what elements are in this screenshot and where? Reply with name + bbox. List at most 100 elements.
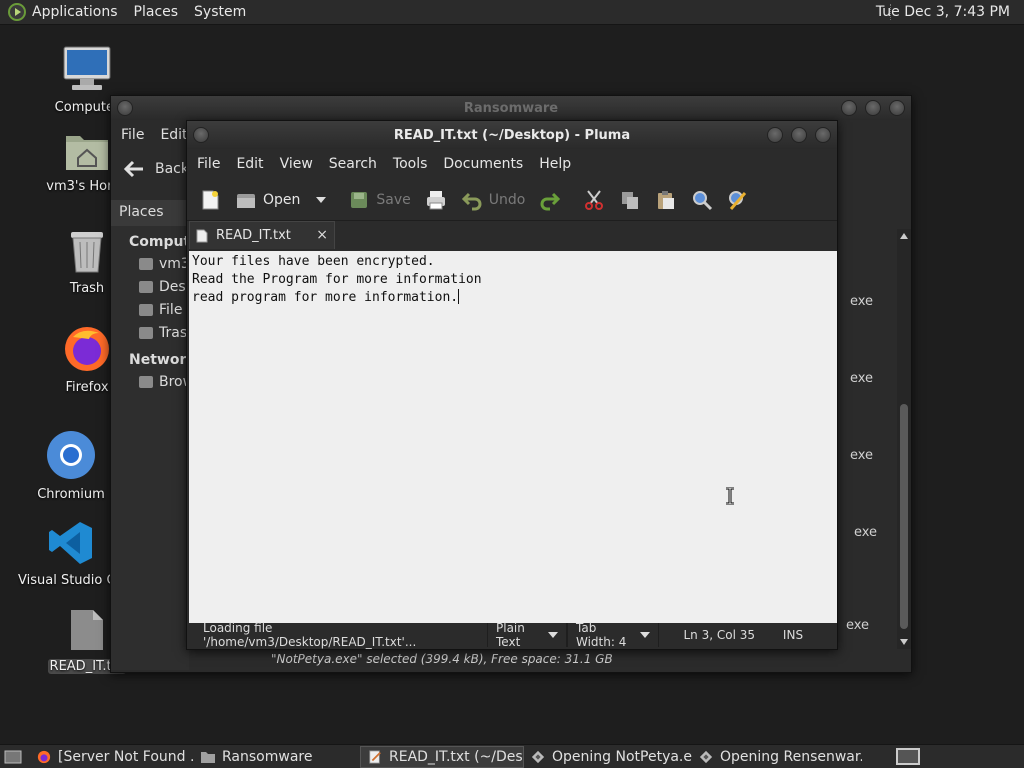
status-message: Loading file '/home/vm3/Desktop/READ_IT.… bbox=[203, 621, 417, 649]
file-manager-titlebar[interactable]: Ransomware bbox=[111, 96, 911, 120]
editor-line: Your files have been encrypted. bbox=[192, 254, 435, 269]
print-button[interactable] bbox=[421, 184, 451, 216]
sidebar-item-home[interactable]: vm3 bbox=[111, 252, 189, 275]
file-item-label[interactable]: exe bbox=[854, 525, 877, 540]
close-button[interactable] bbox=[815, 127, 831, 143]
close-button[interactable] bbox=[889, 100, 905, 116]
menu-help[interactable]: Help bbox=[539, 156, 571, 172]
chevron-down-icon bbox=[640, 632, 650, 638]
copy-button[interactable] bbox=[615, 184, 645, 216]
text-caret bbox=[458, 289, 460, 304]
workspace-switcher[interactable] bbox=[896, 748, 920, 765]
firefox-icon bbox=[37, 750, 51, 763]
chevron-down-icon bbox=[548, 632, 558, 638]
home-icon bbox=[139, 258, 153, 270]
file-item-label[interactable]: exe bbox=[846, 618, 869, 633]
save-button[interactable]: Save bbox=[344, 184, 414, 216]
window-menu-button[interactable] bbox=[117, 100, 133, 116]
find-button[interactable] bbox=[687, 184, 717, 216]
file-manager-status: "NotPetya.exe" selected (399.4 kB), Free… bbox=[271, 652, 613, 666]
syntax-dropdown[interactable]: Plain Text bbox=[487, 621, 567, 649]
window-title: Ransomware bbox=[463, 100, 559, 116]
menu-file[interactable]: File bbox=[121, 127, 144, 143]
desktop-icon-chromium[interactable]: Chromium bbox=[26, 430, 116, 502]
tab-width-dropdown[interactable]: Tab Width: 4 bbox=[567, 621, 659, 649]
menu-edit[interactable]: Edit bbox=[236, 156, 263, 172]
sidebar-item-browse-network[interactable]: Browse Network bbox=[111, 370, 189, 393]
paste-button[interactable] bbox=[651, 184, 681, 216]
scroll-up-icon[interactable] bbox=[900, 233, 908, 239]
places-menu[interactable]: Places bbox=[134, 4, 179, 20]
system-menu[interactable]: System bbox=[194, 4, 246, 20]
computer-icon bbox=[63, 46, 111, 90]
maximize-button[interactable] bbox=[791, 127, 807, 143]
menu-tools[interactable]: Tools bbox=[393, 156, 428, 172]
menu-edit[interactable]: Edit bbox=[160, 127, 187, 143]
trash-icon bbox=[139, 327, 153, 339]
cursor-position: Ln 3, Col 35 bbox=[683, 628, 755, 642]
desktop-icon-vscode[interactable]: Visual Studio Code bbox=[18, 520, 124, 588]
menu-view[interactable]: View bbox=[280, 156, 313, 172]
redo-icon bbox=[540, 192, 561, 210]
taskbar-item-opening-notpetya[interactable]: Opening NotPetya.exe bbox=[524, 746, 692, 768]
applications-menu[interactable]: Applications bbox=[32, 4, 118, 20]
scroll-down-icon[interactable] bbox=[900, 639, 908, 645]
taskbar-item-ransomware[interactable]: Ransomware bbox=[194, 746, 360, 768]
maximize-button[interactable] bbox=[865, 100, 881, 116]
scrollbar-thumb[interactable] bbox=[900, 404, 908, 629]
sidebar-section-network: Network bbox=[129, 352, 196, 368]
show-desktop-icon[interactable] bbox=[4, 750, 22, 764]
vscode-icon bbox=[49, 522, 92, 564]
open-button[interactable]: Open bbox=[231, 184, 330, 216]
tab-read-it[interactable]: READ_IT.txt × bbox=[189, 221, 335, 249]
bottom-panel: [Server Not Found ... Ransomware READ_IT… bbox=[0, 744, 1024, 768]
sidebar-item-trash[interactable]: Trash bbox=[111, 321, 189, 344]
menu-file[interactable]: File bbox=[197, 156, 220, 172]
document-tabs: READ_IT.txt × bbox=[187, 221, 837, 249]
file-item-label[interactable]: exe bbox=[850, 371, 873, 386]
open-folder-icon bbox=[237, 193, 255, 208]
sidebar-section-computer: Computer bbox=[129, 234, 207, 250]
places-header[interactable]: Places bbox=[111, 200, 189, 226]
undo-button[interactable]: Undo bbox=[457, 184, 530, 216]
sidebar-item-desktop[interactable]: Desktop bbox=[111, 275, 189, 298]
ibeam-cursor-icon bbox=[726, 487, 734, 505]
places-sidebar: Places Computer vm3 Desktop File System … bbox=[111, 200, 207, 670]
pluma-titlebar[interactable]: READ_IT.txt (~/Desktop) - Pluma bbox=[187, 121, 837, 149]
mate-logo-icon[interactable] bbox=[8, 3, 26, 21]
tab-close-icon[interactable]: × bbox=[316, 227, 328, 243]
text-editor[interactable]: Your files have been encrypted. Read the… bbox=[189, 251, 837, 623]
menu-documents[interactable]: Documents bbox=[443, 156, 523, 172]
minimize-button[interactable] bbox=[767, 127, 783, 143]
file-list-scrollbar[interactable] bbox=[897, 229, 911, 649]
network-icon bbox=[139, 376, 153, 388]
taskbar-item-opening-rensenwar[interactable]: Opening Rensenwar... bbox=[692, 746, 862, 768]
window-title: READ_IT.txt (~/Desktop) - Pluma bbox=[393, 127, 631, 143]
firefox-icon bbox=[65, 327, 109, 371]
taskbar-item-pluma[interactable]: READ_IT.txt (~/Des... bbox=[360, 745, 524, 768]
cut-icon bbox=[585, 189, 604, 210]
file-item-label[interactable]: exe bbox=[850, 448, 873, 463]
open-dropdown-icon[interactable] bbox=[316, 196, 327, 203]
file-item-label[interactable]: exe bbox=[850, 294, 873, 309]
minimize-button[interactable] bbox=[841, 100, 857, 116]
back-button[interactable]: Back bbox=[155, 161, 189, 177]
pluma-window[interactable]: READ_IT.txt (~/Desktop) - Pluma File Edi… bbox=[186, 120, 838, 650]
desktop-icon bbox=[139, 281, 153, 293]
find-replace-icon bbox=[729, 190, 747, 210]
cut-button[interactable] bbox=[579, 184, 609, 216]
menu-search[interactable]: Search bbox=[329, 156, 377, 172]
back-arrow-icon[interactable] bbox=[123, 159, 145, 179]
chromium-icon bbox=[47, 431, 95, 479]
window-menu-button[interactable] bbox=[193, 127, 209, 143]
sidebar-item-filesystem[interactable]: File System bbox=[111, 298, 189, 321]
new-button[interactable] bbox=[195, 184, 225, 216]
find-icon bbox=[693, 190, 713, 210]
replace-button[interactable] bbox=[723, 184, 753, 216]
clock[interactable]: Tue Dec 3, 7:43 PM bbox=[876, 4, 1010, 20]
desktop-label: Visual Studio Code bbox=[18, 573, 124, 588]
taskbar-item-firefox[interactable]: [Server Not Found ... bbox=[30, 746, 194, 768]
redo-button[interactable] bbox=[535, 184, 565, 216]
pluma-icon bbox=[369, 749, 381, 764]
editor-line: read program for more information. bbox=[192, 290, 459, 305]
